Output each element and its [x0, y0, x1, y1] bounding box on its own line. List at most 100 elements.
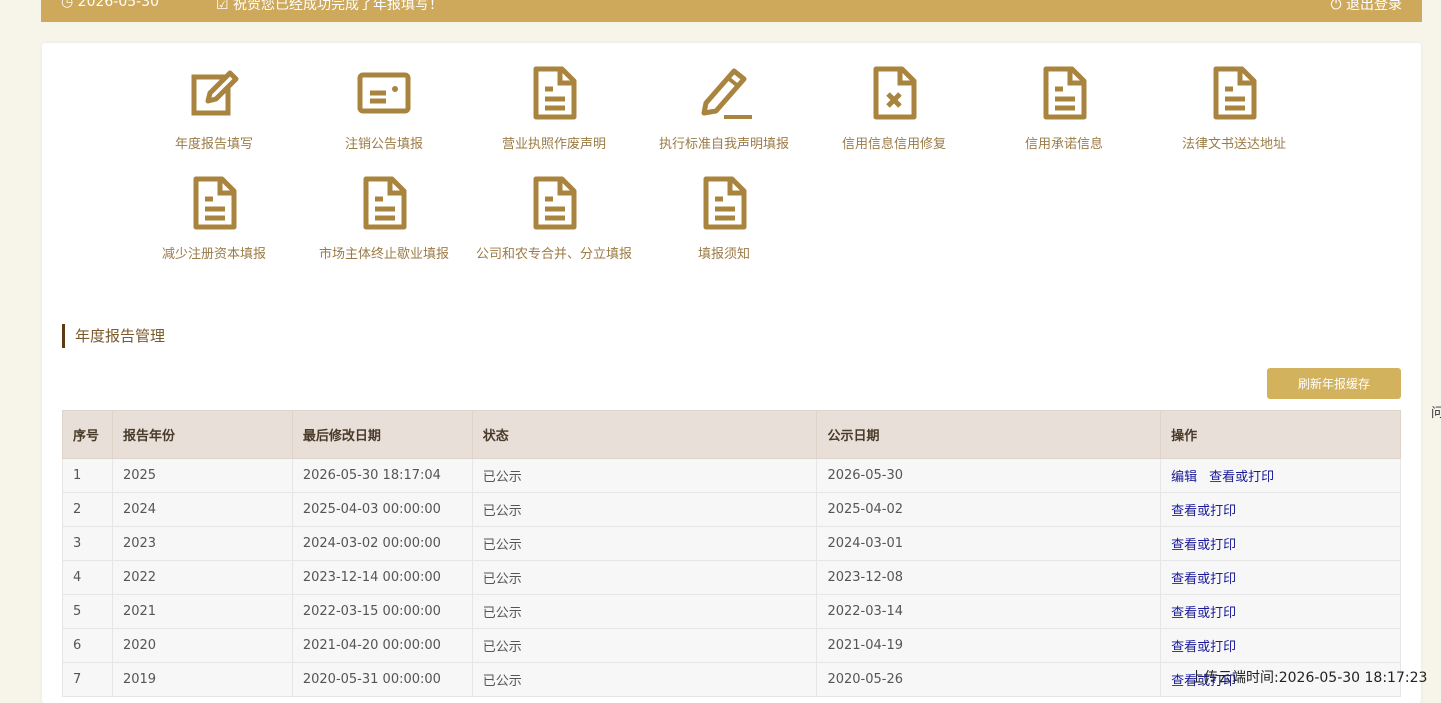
header-modified: 最后修改日期 — [291, 410, 473, 459]
cell-no: 3 — [62, 526, 113, 561]
edit-link[interactable]: 编辑 — [1171, 470, 1197, 485]
table-row: 2 2024 2025-04-03 00:00:00 已公示 2025-04-02 查看或… — [62, 492, 1401, 527]
cell-year: 2019 — [111, 662, 293, 697]
cell-actions: 查看或打印 — [1160, 628, 1401, 663]
tile-label: 信用信息信用修复 — [841, 137, 946, 152]
tile-label: 法律文书送达地址 — [1181, 137, 1286, 152]
cell-modified: 2024-03-02 00:00:00 — [291, 526, 473, 561]
tile-label: 年度报告填写 — [174, 137, 253, 152]
cell-actions: 编辑 查看或打印 — [1160, 458, 1401, 493]
view-print-link[interactable]: 查看或打印 — [1171, 504, 1236, 519]
cell-pub-date: 2023-12-08 — [816, 560, 1162, 595]
upload-time: 上传云端时间:2026-05-30 18:17:23 — [1190, 670, 1428, 686]
header-no: 序号 — [62, 410, 113, 459]
cell-modified: 2021-04-20 00:00:00 — [291, 628, 473, 663]
cell-modified: 2026-05-30 18:17:04 — [291, 458, 473, 493]
document-icon — [533, 66, 577, 120]
cell-no: 2 — [62, 492, 113, 527]
refresh-cache-button[interactable]: 刷新年报缓存 — [1267, 368, 1401, 399]
cell-no: 5 — [62, 594, 113, 629]
tile-label: 填报须知 — [697, 247, 750, 262]
notice-text: ☑ 祝贺您已经成功完成了年报填写！ — [216, 0, 444, 13]
header-actions: 操作 — [1160, 410, 1401, 459]
cell-pub-date: 2026-05-30 — [816, 458, 1162, 493]
cell-year: 2025 — [111, 458, 293, 493]
cell-status: 已公示 — [471, 560, 818, 595]
id-card-icon — [357, 72, 411, 114]
view-print-link[interactable]: 查看或打印 — [1171, 640, 1236, 655]
tile-label: 信用承诺信息 — [1024, 137, 1103, 152]
tile-5[interactable]: 信用信息信用修复 — [804, 63, 984, 152]
main-card: 年度报告填写 注销公告填报 营业执照作废声明 执行标准自我声明填报 信用信息信用修复 信用… — [42, 43, 1421, 703]
edit-icon — [191, 70, 239, 116]
document-icon — [1213, 66, 1257, 120]
cell-status: 已公示 — [471, 662, 818, 697]
tile-label: 减少注册资本填报 — [161, 247, 266, 262]
view-print-link[interactable]: 查看或打印 — [1171, 606, 1236, 621]
tile-4[interactable]: 执行标准自我声明填报 — [634, 63, 814, 152]
tile-label: 公司和农专合并、分立填报 — [475, 247, 632, 262]
cell-no: 4 — [62, 560, 113, 595]
current-date: ◷ 2026-05-30 — [61, 0, 160, 10]
side-help-char[interactable]: 问 — [1431, 402, 1441, 421]
cell-year: 2020 — [111, 628, 293, 663]
pencil-icon — [701, 68, 752, 119]
tile-label: 执行标准自我声明填报 — [658, 137, 789, 152]
cell-no: 6 — [62, 628, 113, 663]
table-row: 5 2021 2022-03-15 00:00:00 已公示 2022-03-14 查看或… — [62, 594, 1401, 629]
cell-year: 2022 — [111, 560, 293, 595]
top-bar: ◷ 2026-05-30 ☑ 祝贺您已经成功完成了年报填写！ ⏻ 退出登录 — [41, 0, 1422, 22]
cell-modified: 2023-12-14 00:00:00 — [291, 560, 473, 595]
cell-no: 1 — [62, 458, 113, 493]
cell-actions: 查看或打印 — [1160, 526, 1401, 561]
cell-status: 已公示 — [471, 492, 818, 527]
table-row: 3 2023 2024-03-02 00:00:00 已公示 2024-03-01 查看或… — [62, 526, 1401, 561]
logout-link[interactable]: ⏻ 退出登录 — [1330, 0, 1402, 14]
tile-8[interactable]: 减少注册资本填报 — [124, 173, 304, 262]
cell-year: 2021 — [111, 594, 293, 629]
cell-actions: 查看或打印 — [1160, 560, 1401, 595]
cell-no: 7 — [62, 662, 113, 697]
cell-status: 已公示 — [471, 526, 818, 561]
cell-pub-date: 2024-03-01 — [816, 526, 1162, 561]
cell-pub-date: 2022-03-14 — [816, 594, 1162, 629]
tile-11[interactable]: 填报须知 — [634, 173, 814, 262]
cell-status: 已公示 — [471, 594, 818, 629]
tile-6[interactable]: 信用承诺信息 — [974, 63, 1154, 152]
view-print-link[interactable]: 查看或打印 — [1171, 572, 1236, 587]
document-icon — [703, 176, 747, 230]
view-print-link[interactable]: 查看或打印 — [1171, 538, 1236, 553]
cell-actions: 查看或打印 — [1160, 594, 1401, 629]
document-icon — [193, 176, 237, 230]
tile-label: 营业执照作废声明 — [501, 137, 606, 152]
tile-3[interactable]: 营业执照作废声明 — [464, 63, 644, 152]
cell-status: 已公示 — [471, 458, 818, 493]
cell-pub-date: 2020-05-26 — [816, 662, 1162, 697]
table-row: 4 2022 2023-12-14 00:00:00 已公示 2023-12-08 查看或… — [62, 560, 1401, 595]
header-year: 报告年份 — [111, 410, 293, 459]
tile-1[interactable]: 年度报告填写 — [124, 63, 304, 152]
cell-modified: 2025-04-03 00:00:00 — [291, 492, 473, 527]
tile-9[interactable]: 市场主体终止歇业填报 — [294, 173, 474, 262]
tile-label: 注销公告填报 — [344, 137, 423, 152]
document-icon — [533, 176, 577, 230]
document-x-icon — [873, 66, 917, 120]
cell-year: 2023 — [111, 526, 293, 561]
view-print-link[interactable]: 查看或打印 — [1209, 470, 1274, 485]
cell-modified: 2022-03-15 00:00:00 — [291, 594, 473, 629]
tile-7[interactable]: 法律文书送达地址 — [1144, 63, 1324, 152]
annual-report-table: 序号 报告年份 最后修改日期 状态 公示日期 操作 1 2025 2026-05-3… — [62, 410, 1401, 697]
cell-modified: 2020-05-31 00:00:00 — [291, 662, 473, 697]
cell-actions: 查看或打印 — [1160, 492, 1401, 527]
header-status: 状态 — [471, 410, 818, 459]
section-title: 年度报告管理 — [62, 324, 165, 348]
tile-label: 市场主体终止歇业填报 — [318, 247, 449, 262]
document-icon — [363, 176, 407, 230]
cell-pub-date: 2025-04-02 — [816, 492, 1162, 527]
cell-status: 已公示 — [471, 628, 818, 663]
document-icon — [1043, 66, 1087, 120]
table-header-row: 序号 报告年份 最后修改日期 状态 公示日期 操作 — [62, 410, 1401, 459]
tile-2[interactable]: 注销公告填报 — [294, 63, 474, 152]
cell-year: 2024 — [111, 492, 293, 527]
tile-10[interactable]: 公司和农专合并、分立填报 — [464, 173, 644, 262]
